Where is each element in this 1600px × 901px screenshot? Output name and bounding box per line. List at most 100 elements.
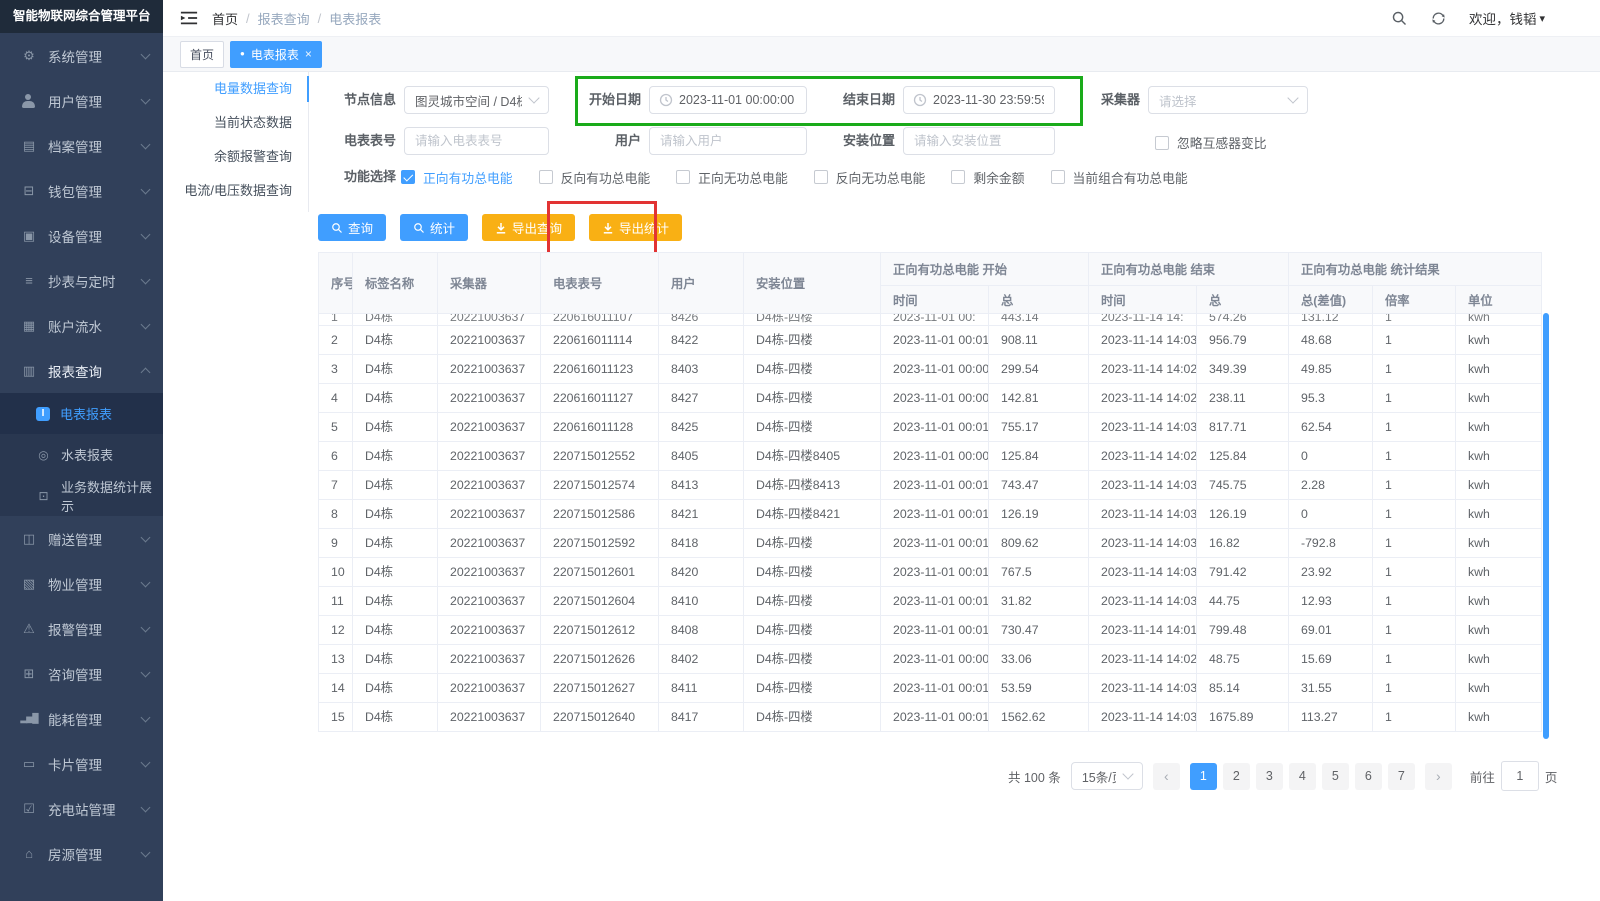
sidebar-item-users[interactable]: 用户管理: [0, 78, 163, 123]
sidebar-subitem-water-report[interactable]: ◎ 水表报表: [0, 434, 163, 475]
chevron-down-icon: [528, 92, 539, 103]
collector-select[interactable]: 请选择: [1148, 86, 1308, 114]
table-row: 6D4栋202210036372207150125528405D4栋-四楼840…: [319, 442, 1542, 471]
sidebar-item-meter-timer[interactable]: ≡ 抄表与定时: [0, 258, 163, 303]
location-input[interactable]: [904, 128, 1054, 154]
chevron-down-icon: [141, 49, 151, 59]
account-flow-icon: ▦: [20, 319, 38, 332]
sidebar-item-account-flow[interactable]: ▦ 账户流水: [0, 303, 163, 348]
goto-page-input[interactable]: [1501, 761, 1539, 791]
chevron-down-icon: [141, 802, 151, 812]
subnav-current-status[interactable]: 当前状态数据: [178, 106, 308, 140]
function-option-2[interactable]: 正向无功总电能: [676, 168, 788, 187]
sidebar-item-charging[interactable]: ☑ 充电站管理: [0, 786, 163, 831]
table-body: 1D4栋202210036372206160111078426D4栋-四楼202…: [319, 314, 1542, 732]
function-option-3[interactable]: 反向无功总电能: [814, 168, 926, 187]
checkbox-icon: [401, 170, 415, 184]
end-date-input[interactable]: [927, 87, 1054, 113]
tab-close-icon[interactable]: ×: [305, 48, 312, 60]
sidebar-item-device[interactable]: ▣ 设备管理: [0, 213, 163, 258]
breadcrumb-report-query[interactable]: 报表查询: [258, 9, 310, 28]
chevron-down-icon: [141, 757, 151, 767]
chevron-down-icon: [141, 712, 151, 722]
subnav-energy-data[interactable]: 电量数据查询: [178, 72, 308, 106]
table-row: 9D4栋202210036372207150125928418D4栋-四楼202…: [319, 529, 1542, 558]
subnav-balance-alarm[interactable]: 余额报警查询: [178, 140, 308, 174]
page-button-5[interactable]: 5: [1322, 763, 1349, 790]
sidebar-item-gift[interactable]: ◫ 赠送管理: [0, 516, 163, 561]
page-button-1[interactable]: 1: [1190, 763, 1217, 790]
start-date-input[interactable]: [673, 87, 806, 113]
sidebar-item-housing[interactable]: ⌂ 房源管理: [0, 831, 163, 876]
page-button-3[interactable]: 3: [1256, 763, 1283, 790]
sidebar-item-archive[interactable]: ▤ 档案管理: [0, 123, 163, 168]
sidebar-item-wallet[interactable]: ⊟ 钱包管理: [0, 168, 163, 213]
biz-stats-icon: ⊡: [36, 488, 51, 503]
page-size-select[interactable]: 15条/页: [1071, 762, 1143, 790]
next-page-button[interactable]: ›: [1425, 763, 1452, 790]
chevron-down-icon: [1122, 768, 1133, 779]
prev-page-button[interactable]: ‹: [1153, 763, 1180, 790]
page-button-2[interactable]: 2: [1223, 763, 1250, 790]
chevron-down-icon: [141, 532, 151, 542]
table-scrollbar-thumb[interactable]: [1543, 313, 1549, 739]
ignore-ratio-checkbox[interactable]: 忽略互感器变比: [1155, 133, 1267, 152]
sidebar-item-system[interactable]: ⚙ 系统管理: [0, 33, 163, 78]
chevron-down-icon: [141, 139, 151, 149]
chevron-down-icon: [141, 577, 151, 587]
sidebar-item-consult[interactable]: ⊞ 咨询管理: [0, 651, 163, 696]
sidebar-item-property[interactable]: ▧ 物业管理: [0, 561, 163, 606]
meter-no-input-box: [404, 127, 549, 155]
page-button-4[interactable]: 4: [1289, 763, 1316, 790]
sidebar-item-card[interactable]: ▭ 卡片管理: [0, 741, 163, 786]
page-button-7[interactable]: 7: [1388, 763, 1415, 790]
water-report-icon: ◎: [36, 447, 51, 462]
sidebar-item-energy[interactable]: ▂▅█ 能耗管理: [0, 696, 163, 741]
breadcrumb-current: 电表报表: [329, 9, 381, 28]
export-query-button[interactable]: 导出查询: [482, 214, 575, 241]
sidebar-item-report-query[interactable]: ▥ 报表查询: [0, 348, 163, 393]
node-info-select[interactable]: 图灵城市空间 / D4栋: [404, 86, 549, 114]
refresh-icon[interactable]: [1430, 10, 1447, 27]
user-input[interactable]: [650, 128, 806, 154]
collapse-sidebar-icon[interactable]: [180, 10, 198, 26]
checkbox-icon: [676, 170, 690, 184]
function-option-1[interactable]: 反向有功总电能: [539, 168, 651, 187]
chevron-up-icon: [141, 368, 151, 378]
sidebar-item-alarm[interactable]: ⚠ 报警管理: [0, 606, 163, 651]
export-stats-button[interactable]: 导出统计: [589, 214, 682, 241]
location-label: 安装位置: [837, 127, 895, 155]
clock-icon: [650, 93, 673, 107]
goto-page: 前往 页: [1470, 761, 1558, 791]
function-option-5[interactable]: 当前组合有功总电能: [1051, 168, 1188, 187]
stats-button[interactable]: 统计: [400, 214, 468, 241]
gift-icon: ◫: [20, 532, 38, 545]
meter-timer-icon: ≡: [20, 274, 38, 287]
checkbox-icon: [951, 170, 965, 184]
chevron-down-icon: [141, 847, 151, 857]
user-menu[interactable]: 欢迎，钱韬 ▾: [1469, 8, 1545, 28]
archive-icon: ▤: [20, 139, 38, 152]
function-option-4[interactable]: 剩余金额: [951, 168, 1024, 187]
function-option-0[interactable]: 正向有功总电能: [401, 168, 513, 187]
query-button[interactable]: 查询: [318, 214, 386, 241]
breadcrumb-home[interactable]: 首页: [212, 9, 238, 28]
app-title: 智能物联网综合管理平台: [0, 0, 163, 33]
page-button-6[interactable]: 6: [1355, 763, 1382, 790]
pagination: 共 100 条 15条/页 ‹ 1234567 › 前往 页: [1008, 762, 1557, 790]
chevron-down-icon: [141, 319, 151, 329]
function-checkbox-group: 正向有功总电能 反向有功总电能 正向无功总电能 反向无功总电能 剩余金额 当前组合有功总电…: [401, 169, 1188, 185]
checkbox-icon: [539, 170, 553, 184]
meter-no-input[interactable]: [405, 128, 548, 154]
users-icon: [20, 93, 38, 109]
tab-home[interactable]: 首页: [180, 41, 224, 68]
page-content: 电量数据查询 当前状态数据 余额报警查询 电流/电压数据查询 节点信息 图灵城市…: [163, 72, 1600, 901]
sidebar-subitem-biz-stats[interactable]: ⊡ 业务数据统计展示: [0, 475, 163, 516]
consult-icon: ⊞: [20, 667, 38, 680]
caret-down-icon: ▾: [1539, 12, 1545, 25]
subnav-current-voltage[interactable]: 电流/电压数据查询: [178, 174, 308, 208]
tab-meter-report[interactable]: ● 电表报表 ×: [230, 41, 322, 68]
sidebar-subitem-meter-report[interactable]: I 电表报表: [0, 393, 163, 434]
search-icon[interactable]: [1391, 10, 1408, 27]
node-info-label: 节点信息: [338, 86, 396, 114]
